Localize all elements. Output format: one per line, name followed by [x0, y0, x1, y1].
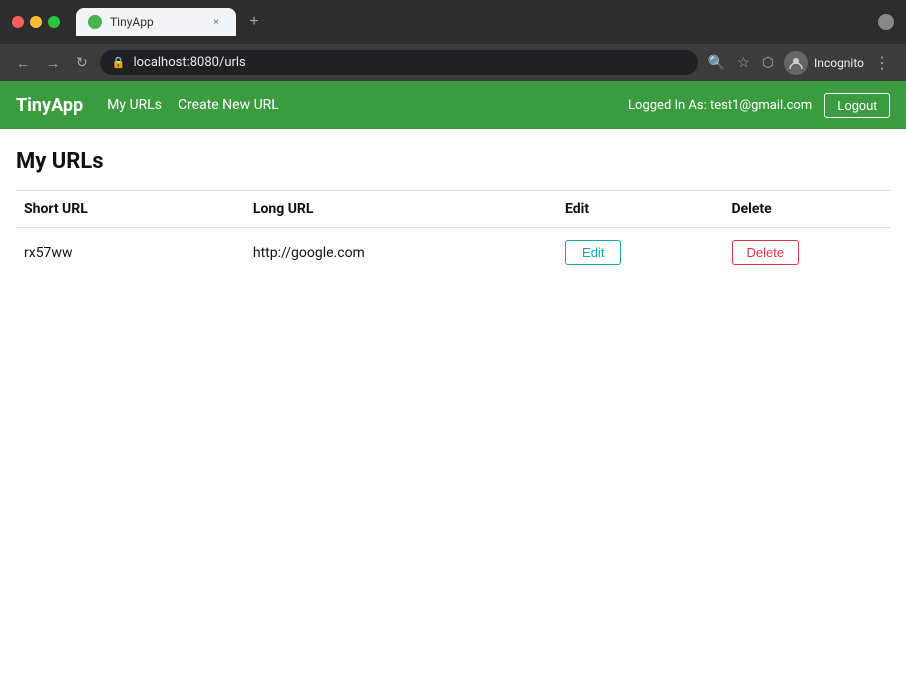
- app-navbar: TinyApp My URLs Create New URL Logged In…: [0, 81, 906, 129]
- minimize-button[interactable]: [30, 16, 42, 28]
- delete-button[interactable]: Delete: [732, 240, 800, 265]
- tab-bar: TinyApp × +: [76, 8, 870, 36]
- tab-close-button[interactable]: ×: [208, 14, 224, 30]
- tab-favicon: [88, 15, 102, 29]
- nav-links: My URLs Create New URL: [107, 97, 628, 113]
- main-content: My URLs Short URL Long URL Edit Delete r…: [0, 129, 906, 297]
- address-bar[interactable]: 🔒 localhost:8080/urls: [100, 50, 698, 75]
- address-bar-actions: 🔍 ☆ ⬡: [706, 52, 776, 73]
- extension-area: [878, 14, 894, 30]
- avatar: [784, 51, 808, 75]
- edit-button[interactable]: Edit: [565, 240, 621, 265]
- new-tab-button[interactable]: +: [240, 8, 268, 36]
- nav-link-create-new-url[interactable]: Create New URL: [178, 97, 279, 113]
- page-title: My URLs: [16, 149, 890, 174]
- browser-chrome: TinyApp × + ← → ↻ 🔒 localhost:8080/urls …: [0, 0, 906, 81]
- cell-delete: Delete: [724, 228, 891, 278]
- incognito-label: Incognito: [814, 56, 864, 70]
- lock-icon: 🔒: [112, 56, 126, 69]
- logout-button[interactable]: Logout: [824, 93, 890, 118]
- reload-button[interactable]: ↻: [72, 52, 92, 73]
- title-bar: TinyApp × +: [0, 0, 906, 44]
- extension-icon: [878, 14, 894, 30]
- header-short-url: Short URL: [16, 191, 245, 228]
- table-header-row: Short URL Long URL Edit Delete: [16, 191, 890, 228]
- extensions-icon[interactable]: ⬡: [760, 52, 776, 73]
- app-brand: TinyApp: [16, 95, 83, 116]
- header-long-url: Long URL: [245, 191, 557, 228]
- back-button[interactable]: ←: [12, 53, 34, 73]
- urls-table: Short URL Long URL Edit Delete rx57wwhtt…: [16, 190, 890, 277]
- window-controls: [12, 16, 60, 28]
- browser-menu-button[interactable]: ⋮: [870, 51, 894, 75]
- header-delete: Delete: [724, 191, 891, 228]
- nav-right: Logged In As: test1@gmail.com Logout: [628, 93, 890, 118]
- logged-in-label: Logged In As: test1@gmail.com: [628, 98, 812, 113]
- forward-button[interactable]: →: [42, 53, 64, 73]
- cell-long-url: http://google.com: [245, 228, 557, 278]
- incognito-area: Incognito ⋮: [784, 51, 894, 75]
- nav-link-my-urls[interactable]: My URLs: [107, 97, 162, 113]
- cell-short-url: rx57ww: [16, 228, 245, 278]
- tab-title: TinyApp: [110, 15, 200, 29]
- close-button[interactable]: [12, 16, 24, 28]
- header-edit: Edit: [557, 191, 723, 228]
- table-row: rx57wwhttp://google.com Edit Delete: [16, 228, 890, 278]
- bookmark-icon[interactable]: ☆: [735, 52, 752, 73]
- address-text: localhost:8080/urls: [133, 55, 685, 70]
- search-icon[interactable]: 🔍: [706, 52, 727, 73]
- address-bar-row: ← → ↻ 🔒 localhost:8080/urls 🔍 ☆ ⬡ Incogn…: [0, 44, 906, 81]
- cell-edit: Edit: [557, 228, 723, 278]
- maximize-button[interactable]: [48, 16, 60, 28]
- browser-tab[interactable]: TinyApp ×: [76, 8, 236, 36]
